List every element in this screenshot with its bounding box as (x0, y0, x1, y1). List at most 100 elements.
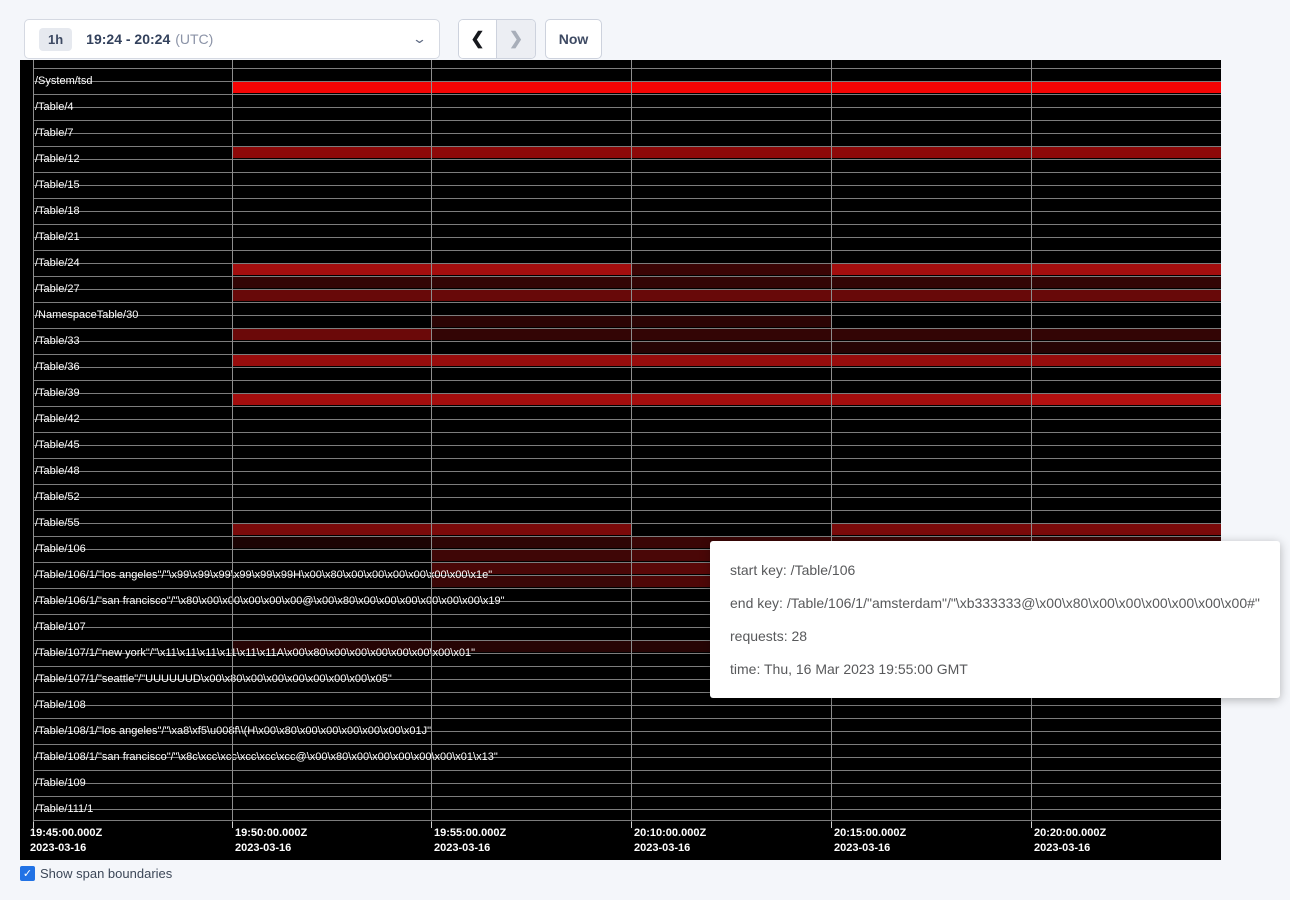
span-heat-band[interactable] (832, 277, 1031, 288)
span-heat-band[interactable] (1032, 147, 1221, 158)
span-key-label: /Table/52 (35, 484, 80, 510)
span-heat-band[interactable] (432, 355, 631, 366)
span-heat-band[interactable] (832, 264, 1031, 275)
span-heat-band[interactable] (432, 147, 631, 158)
span-key-label: /Table/45 (35, 432, 80, 458)
heatmap-row[interactable]: /Table/45 (20, 432, 1221, 458)
heatmap-row[interactable]: /Table/24 (20, 250, 1221, 276)
span-heat-band[interactable] (632, 394, 831, 405)
heatmap-row[interactable]: /Table/109 (20, 770, 1221, 796)
span-heat-band[interactable] (632, 355, 831, 366)
span-heat-band[interactable] (432, 290, 631, 301)
span-key-label: /Table/107/1/"new york"/"\x11\x11\x11\x1… (35, 640, 475, 666)
span-heat-band[interactable] (832, 329, 1031, 340)
span-key-label: /Table/27 (35, 276, 80, 302)
time-range-selector[interactable]: 1h 19:24 - 20:24 (UTC) ⌄ (24, 19, 440, 59)
heatmap-row[interactable]: /Table/108/1/"los angeles"/"\xa8\xf5\u00… (20, 718, 1221, 744)
heatmap-row[interactable]: /Table/52 (20, 484, 1221, 510)
span-key-label: /Table/39 (35, 380, 80, 406)
show-span-boundaries-checkbox[interactable]: ✓ (20, 866, 35, 881)
span-heat-band[interactable] (233, 355, 431, 366)
heatmap-rows: /System/tsd/Table/4/Table/7/Table/12/Tab… (20, 68, 1221, 822)
span-heat-band[interactable] (1032, 355, 1221, 366)
heatmap-plot[interactable]: /System/tsd/Table/4/Table/7/Table/12/Tab… (20, 60, 1221, 822)
span-heat-band[interactable] (233, 264, 431, 275)
heatmap-row[interactable]: /System/tsd (20, 68, 1221, 94)
span-heat-band[interactable] (632, 277, 831, 288)
span-boundary-line (33, 211, 1221, 212)
span-heat-band[interactable] (1032, 524, 1221, 535)
span-boundary-line (33, 198, 1221, 199)
span-heat-band[interactable] (1032, 277, 1221, 288)
span-heat-band[interactable] (632, 82, 831, 93)
span-heat-band[interactable] (832, 524, 1031, 535)
span-heat-band[interactable] (233, 147, 431, 158)
span-heat-band[interactable] (632, 264, 831, 275)
span-key-label: /Table/107 (35, 614, 86, 640)
span-heat-band[interactable] (832, 342, 1031, 353)
span-heat-band[interactable] (832, 355, 1031, 366)
heatmap-row[interactable]: /Table/12 (20, 146, 1221, 172)
span-boundary-line (33, 94, 1221, 95)
heatmap-row[interactable]: /NamespaceTable/30 (20, 302, 1221, 328)
span-heat-band[interactable] (233, 537, 431, 548)
span-heat-band[interactable] (432, 550, 631, 561)
heatmap-row[interactable]: /Table/33 (20, 328, 1221, 354)
span-heat-band[interactable] (1032, 394, 1221, 405)
span-heat-band[interactable] (1032, 342, 1221, 353)
span-heat-band[interactable] (432, 264, 631, 275)
prev-range-button[interactable]: ❮ (459, 20, 497, 58)
span-boundary-line (33, 419, 1221, 420)
heatmap-row[interactable]: /Table/42 (20, 406, 1221, 432)
heatmap-row[interactable]: /Table/39 (20, 380, 1221, 406)
span-heat-band[interactable] (832, 82, 1031, 93)
now-button[interactable]: Now (545, 19, 602, 59)
span-heat-band[interactable] (432, 524, 631, 535)
span-heat-band[interactable] (1032, 264, 1221, 275)
heatmap-row[interactable]: /Table/55 (20, 510, 1221, 536)
key-visualizer-canvas[interactable]: /System/tsd/Table/4/Table/7/Table/12/Tab… (20, 60, 1221, 860)
span-heat-band[interactable] (632, 316, 831, 327)
heatmap-row[interactable]: /Table/4 (20, 94, 1221, 120)
span-heat-band[interactable] (632, 329, 831, 340)
heatmap-row[interactable]: /Table/21 (20, 224, 1221, 250)
heatmap-row[interactable]: /Table/18 (20, 198, 1221, 224)
heatmap-row[interactable]: /Table/15 (20, 172, 1221, 198)
span-heat-band[interactable] (432, 82, 631, 93)
span-heat-band[interactable] (432, 329, 631, 340)
heatmap-row[interactable]: /Table/36 (20, 354, 1221, 380)
span-heat-band[interactable] (233, 277, 431, 288)
span-heat-band[interactable] (233, 394, 431, 405)
span-key-label: /Table/106 (35, 536, 86, 562)
heatmap-row[interactable]: /Table/27 (20, 276, 1221, 302)
span-heat-band[interactable] (832, 394, 1031, 405)
span-boundary-line (33, 172, 1221, 173)
time-gridline (831, 60, 832, 822)
span-heat-band[interactable] (233, 524, 431, 535)
span-heat-band[interactable] (432, 316, 631, 327)
span-heat-band[interactable] (832, 147, 1031, 158)
heatmap-row[interactable]: /Table/108/1/"san francisco"/"\x8c\xcc\x… (20, 744, 1221, 770)
span-heat-band[interactable] (432, 394, 631, 405)
time-gridline (232, 60, 233, 822)
x-axis-tick (431, 822, 432, 828)
span-heat-band[interactable] (832, 290, 1031, 301)
span-heat-band[interactable] (233, 82, 431, 93)
span-heat-band[interactable] (632, 147, 831, 158)
span-boundary-line (33, 458, 1221, 459)
span-heat-band[interactable] (432, 277, 631, 288)
heatmap-row[interactable]: /Table/111/1 (20, 796, 1221, 822)
span-heat-band[interactable] (1032, 329, 1221, 340)
heatmap-row[interactable]: /Table/48 (20, 458, 1221, 484)
tooltip-line: end key: /Table/106/1/"amsterdam"/"\xb33… (730, 595, 1260, 611)
next-range-button-disabled[interactable]: ❯ (497, 20, 535, 58)
span-heat-band[interactable] (632, 290, 831, 301)
span-heat-band[interactable] (1032, 290, 1221, 301)
span-boundary-line (33, 302, 1221, 303)
span-heat-band[interactable] (432, 537, 631, 548)
heatmap-row[interactable]: /Table/7 (20, 120, 1221, 146)
span-heat-band[interactable] (1032, 82, 1221, 93)
span-heat-band[interactable] (233, 290, 431, 301)
span-heat-band[interactable] (233, 329, 431, 340)
span-heat-band[interactable] (632, 342, 831, 353)
